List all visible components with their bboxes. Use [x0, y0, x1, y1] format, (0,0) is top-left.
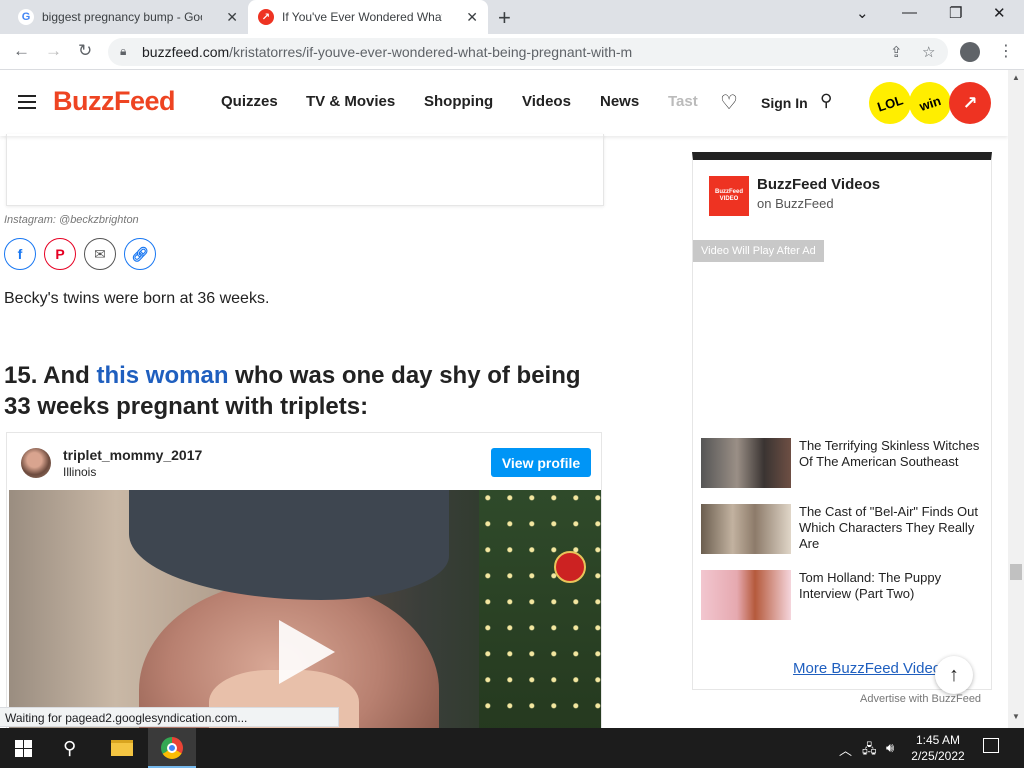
heart-icon[interactable]: ♡	[720, 90, 738, 115]
facebook-share-icon[interactable]: f	[4, 238, 36, 270]
bookmark-star-icon[interactable]: ☆	[922, 43, 935, 61]
email-share-icon[interactable]: ✉	[84, 238, 116, 270]
browser-menu-icon[interactable]: ⋮	[998, 41, 1014, 61]
instagram-embed: triplet_mommy_2017 Illinois View profile	[6, 432, 602, 732]
instagram-location[interactable]: Illinois	[63, 465, 96, 479]
new-tab-button[interactable]: +	[498, 5, 511, 31]
video-title[interactable]: The Terrifying Skinless Witches Of The A…	[799, 438, 981, 470]
system-clock[interactable]: 1:45 AM 2/25/2022	[906, 732, 970, 764]
reload-icon[interactable]: ↻	[78, 41, 92, 61]
buzzfeed-videos-widget: BuzzFeed VIDEO BuzzFeed Videos on BuzzFe…	[692, 152, 992, 690]
pinterest-share-icon[interactable]: P	[44, 238, 76, 270]
avatar[interactable]	[21, 448, 51, 478]
christmas-tree-image	[479, 490, 601, 731]
view-profile-button[interactable]: View profile	[491, 448, 591, 477]
browser-toolbar: ← → ↻ 🔒︎ buzzfeed.com/kristatorres/if-yo…	[0, 34, 1024, 70]
widget-title[interactable]: BuzzFeed Videos	[757, 176, 880, 193]
tab-label: biggest pregnancy bump - Google Search	[42, 10, 202, 24]
volume-icon[interactable]: 🔊︎	[886, 740, 894, 756]
tab-buzzfeed-article[interactable]: ↗ If You've Ever Wondered What Being Pre…	[248, 0, 488, 34]
back-icon[interactable]: ←	[13, 41, 30, 61]
scroll-to-top-icon[interactable]: ↑	[935, 656, 973, 694]
minimize-button[interactable]: —	[902, 4, 917, 21]
scroll-up-arrow-icon[interactable]: ▲	[1012, 73, 1020, 82]
windows-taskbar: ⚲ ︿ 🖧︎ 🔊︎ 1:45 AM 2/25/2022	[0, 728, 1024, 768]
profile-avatar-icon[interactable]	[960, 42, 980, 62]
restore-button[interactable]: ❐	[949, 4, 962, 22]
page-scrollbar[interactable]: ▲ ▼	[1008, 70, 1024, 728]
play-icon[interactable]	[279, 620, 335, 684]
nav-tasty[interactable]: Tasty	[668, 93, 698, 110]
buzzfeed-logo[interactable]: BuzzFeed	[53, 86, 176, 117]
google-icon: G	[18, 9, 34, 25]
site-header: BuzzFeed Quizzes TV & Movies Shopping Vi…	[0, 70, 1008, 136]
ornament-image	[554, 551, 586, 583]
forward-icon[interactable]: →	[45, 41, 62, 61]
tab-search-icon[interactable]: ⌄	[856, 4, 869, 22]
more-videos-link[interactable]: More BuzzFeed Videos	[793, 660, 949, 677]
search-icon[interactable]: ⚲	[63, 738, 76, 759]
item-headline: 15. And this woman who was one day shy o…	[4, 362, 581, 420]
url-text[interactable]: buzzfeed.com/kristatorres/if-youve-ever-…	[142, 44, 632, 60]
hamburger-menu-icon[interactable]	[18, 95, 36, 113]
advertise-link[interactable]: Advertise with BuzzFeed	[860, 693, 981, 705]
scrollbar-thumb[interactable]	[1010, 564, 1022, 580]
video-thumbnail[interactable]	[701, 570, 791, 620]
buzzfeed-icon: ↗	[258, 9, 274, 25]
sign-in-link[interactable]: Sign In	[761, 95, 808, 111]
tab-strip: G biggest pregnancy bump - Google Search…	[0, 0, 1024, 34]
video-thumbnail[interactable]	[701, 438, 791, 488]
instagram-video[interactable]	[9, 490, 601, 731]
file-explorer-icon[interactable]	[111, 740, 133, 756]
tab-label: If You've Ever Wondered What Being Pregn…	[282, 10, 442, 24]
video-title[interactable]: The Cast of "Bel-Air" Finds Out Which Ch…	[799, 504, 981, 552]
show-hidden-icons-icon[interactable]: ︿	[839, 740, 852, 759]
instagram-embed-previous	[6, 134, 604, 206]
video-thumbnail[interactable]	[701, 504, 791, 554]
share-icon[interactable]: ⇪	[890, 43, 903, 61]
close-tab-icon[interactable]: ✕	[466, 9, 478, 26]
clock-date: 2/25/2022	[911, 749, 965, 763]
buzzfeed-video-logo[interactable]: BuzzFeed VIDEO	[709, 176, 749, 216]
headline-link[interactable]: this woman	[96, 362, 228, 389]
address-bar[interactable]: 🔒︎ buzzfeed.com/kristatorres/if-youve-ev…	[108, 38, 948, 66]
chrome-icon[interactable]	[161, 737, 183, 759]
article-paragraph: Becky's twins were born at 36 weeks.	[4, 290, 270, 307]
shirt-image	[129, 490, 449, 600]
search-icon[interactable]: ⚲	[820, 91, 832, 111]
nav-shopping[interactable]: Shopping	[424, 93, 493, 110]
close-tab-icon[interactable]: ✕	[226, 9, 238, 26]
nav-news[interactable]: News	[600, 93, 639, 110]
nav-tv-movies[interactable]: TV & Movies	[306, 93, 395, 110]
widget-subtitle: on BuzzFeed	[757, 196, 834, 211]
video-title[interactable]: Tom Holland: The Puppy Interview (Part T…	[799, 570, 981, 602]
instagram-username[interactable]: triplet_mommy_2017	[63, 447, 202, 463]
trending-icon[interactable]: ↗	[949, 82, 991, 124]
nav-videos[interactable]: Videos	[522, 93, 571, 110]
ad-notice: Video Will Play After Ad	[693, 240, 824, 262]
nav-quizzes[interactable]: Quizzes	[221, 93, 278, 110]
network-icon[interactable]: 🖧︎	[862, 740, 877, 762]
clock-time: 1:45 AM	[915, 733, 961, 747]
image-credit: Instagram: @beckzbrighton	[4, 214, 139, 226]
copy-link-icon[interactable]: 🔗︎	[124, 238, 156, 270]
close-window-button[interactable]: ✕	[993, 4, 1006, 22]
scroll-down-arrow-icon[interactable]: ▼	[1012, 712, 1020, 721]
lock-icon[interactable]: 🔒︎	[120, 44, 126, 59]
windows-start-icon[interactable]	[15, 740, 32, 757]
tab-google-search[interactable]: G biggest pregnancy bump - Google Search…	[8, 0, 248, 34]
notification-icon[interactable]	[983, 738, 999, 753]
browser-status-bar: Waiting for pagead2.googlesyndication.co…	[0, 707, 339, 727]
